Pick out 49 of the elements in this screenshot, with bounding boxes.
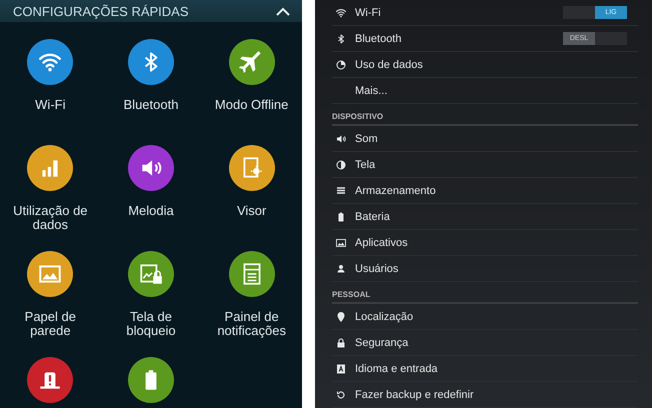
screen-brightness-icon[interactable] <box>228 145 275 191</box>
speaker-icon <box>335 132 347 144</box>
tile-label: Wi-Fi <box>35 98 66 112</box>
picture-icon <box>335 236 347 248</box>
tile-label: Melodia <box>128 204 174 218</box>
speaker-icon[interactable] <box>128 145 174 191</box>
battery-icon[interactable] <box>128 357 174 403</box>
settings-item[interactable]: Usuários <box>355 262 398 274</box>
panel-icon[interactable] <box>228 251 275 297</box>
settings-item[interactable]: Bateria <box>355 210 390 222</box>
settings-item[interactable]: Fazer backup e redefinir <box>355 388 474 400</box>
tile-label: Painel de notificações <box>217 310 286 338</box>
picture-lock-icon[interactable] <box>128 251 174 297</box>
alert-icon[interactable] <box>27 357 74 403</box>
tile-label: Bluetooth <box>124 98 178 112</box>
wifi-icon <box>335 6 347 18</box>
settings-item[interactable]: Mais... <box>355 84 388 96</box>
settings-item[interactable]: Aplicativos <box>355 236 408 248</box>
airplane-icon[interactable] <box>228 39 275 85</box>
settings-item[interactable]: Tela <box>355 158 376 170</box>
contrast-icon <box>335 158 347 170</box>
section-header: PESSOAL <box>332 290 370 299</box>
chevron-up-icon[interactable] <box>276 6 290 16</box>
settings-item[interactable]: Uso de dados <box>355 58 423 70</box>
settings-item[interactable]: Bluetooth <box>355 32 402 44</box>
bluetooth-icon[interactable] <box>128 39 174 85</box>
tile-label: Modo Offline <box>214 98 288 112</box>
settings-item[interactable]: Localização <box>355 310 414 322</box>
settings-item[interactable]: Segurança <box>355 336 408 348</box>
location-pin-icon <box>335 310 347 322</box>
bar-graph-icon[interactable] <box>27 145 74 191</box>
list-icon <box>335 184 347 196</box>
settings-item[interactable]: Som <box>355 132 378 144</box>
user-icon <box>335 262 347 274</box>
lock-icon <box>335 336 347 348</box>
letter-icon <box>335 362 347 374</box>
tile-label: Tela de bloqueio <box>126 310 176 338</box>
section-header: DISPOSITIVO <box>332 112 384 121</box>
wifi-icon[interactable] <box>27 39 74 85</box>
tile-label: Papel de parede <box>24 310 76 338</box>
picture-icon[interactable] <box>27 251 74 297</box>
tile-label: Visor <box>236 204 266 218</box>
pie-chart-icon <box>335 58 347 70</box>
panel-title: CONFIGURAÇÕES RÁPIDAS <box>13 4 189 18</box>
tile-label: Utilização de dados <box>13 204 88 232</box>
restore-icon <box>335 388 347 400</box>
settings-item[interactable]: Wi-Fi <box>355 6 381 18</box>
settings-item[interactable]: Idioma e entrada <box>355 362 438 374</box>
settings-item[interactable]: Armazenamento <box>355 184 436 196</box>
